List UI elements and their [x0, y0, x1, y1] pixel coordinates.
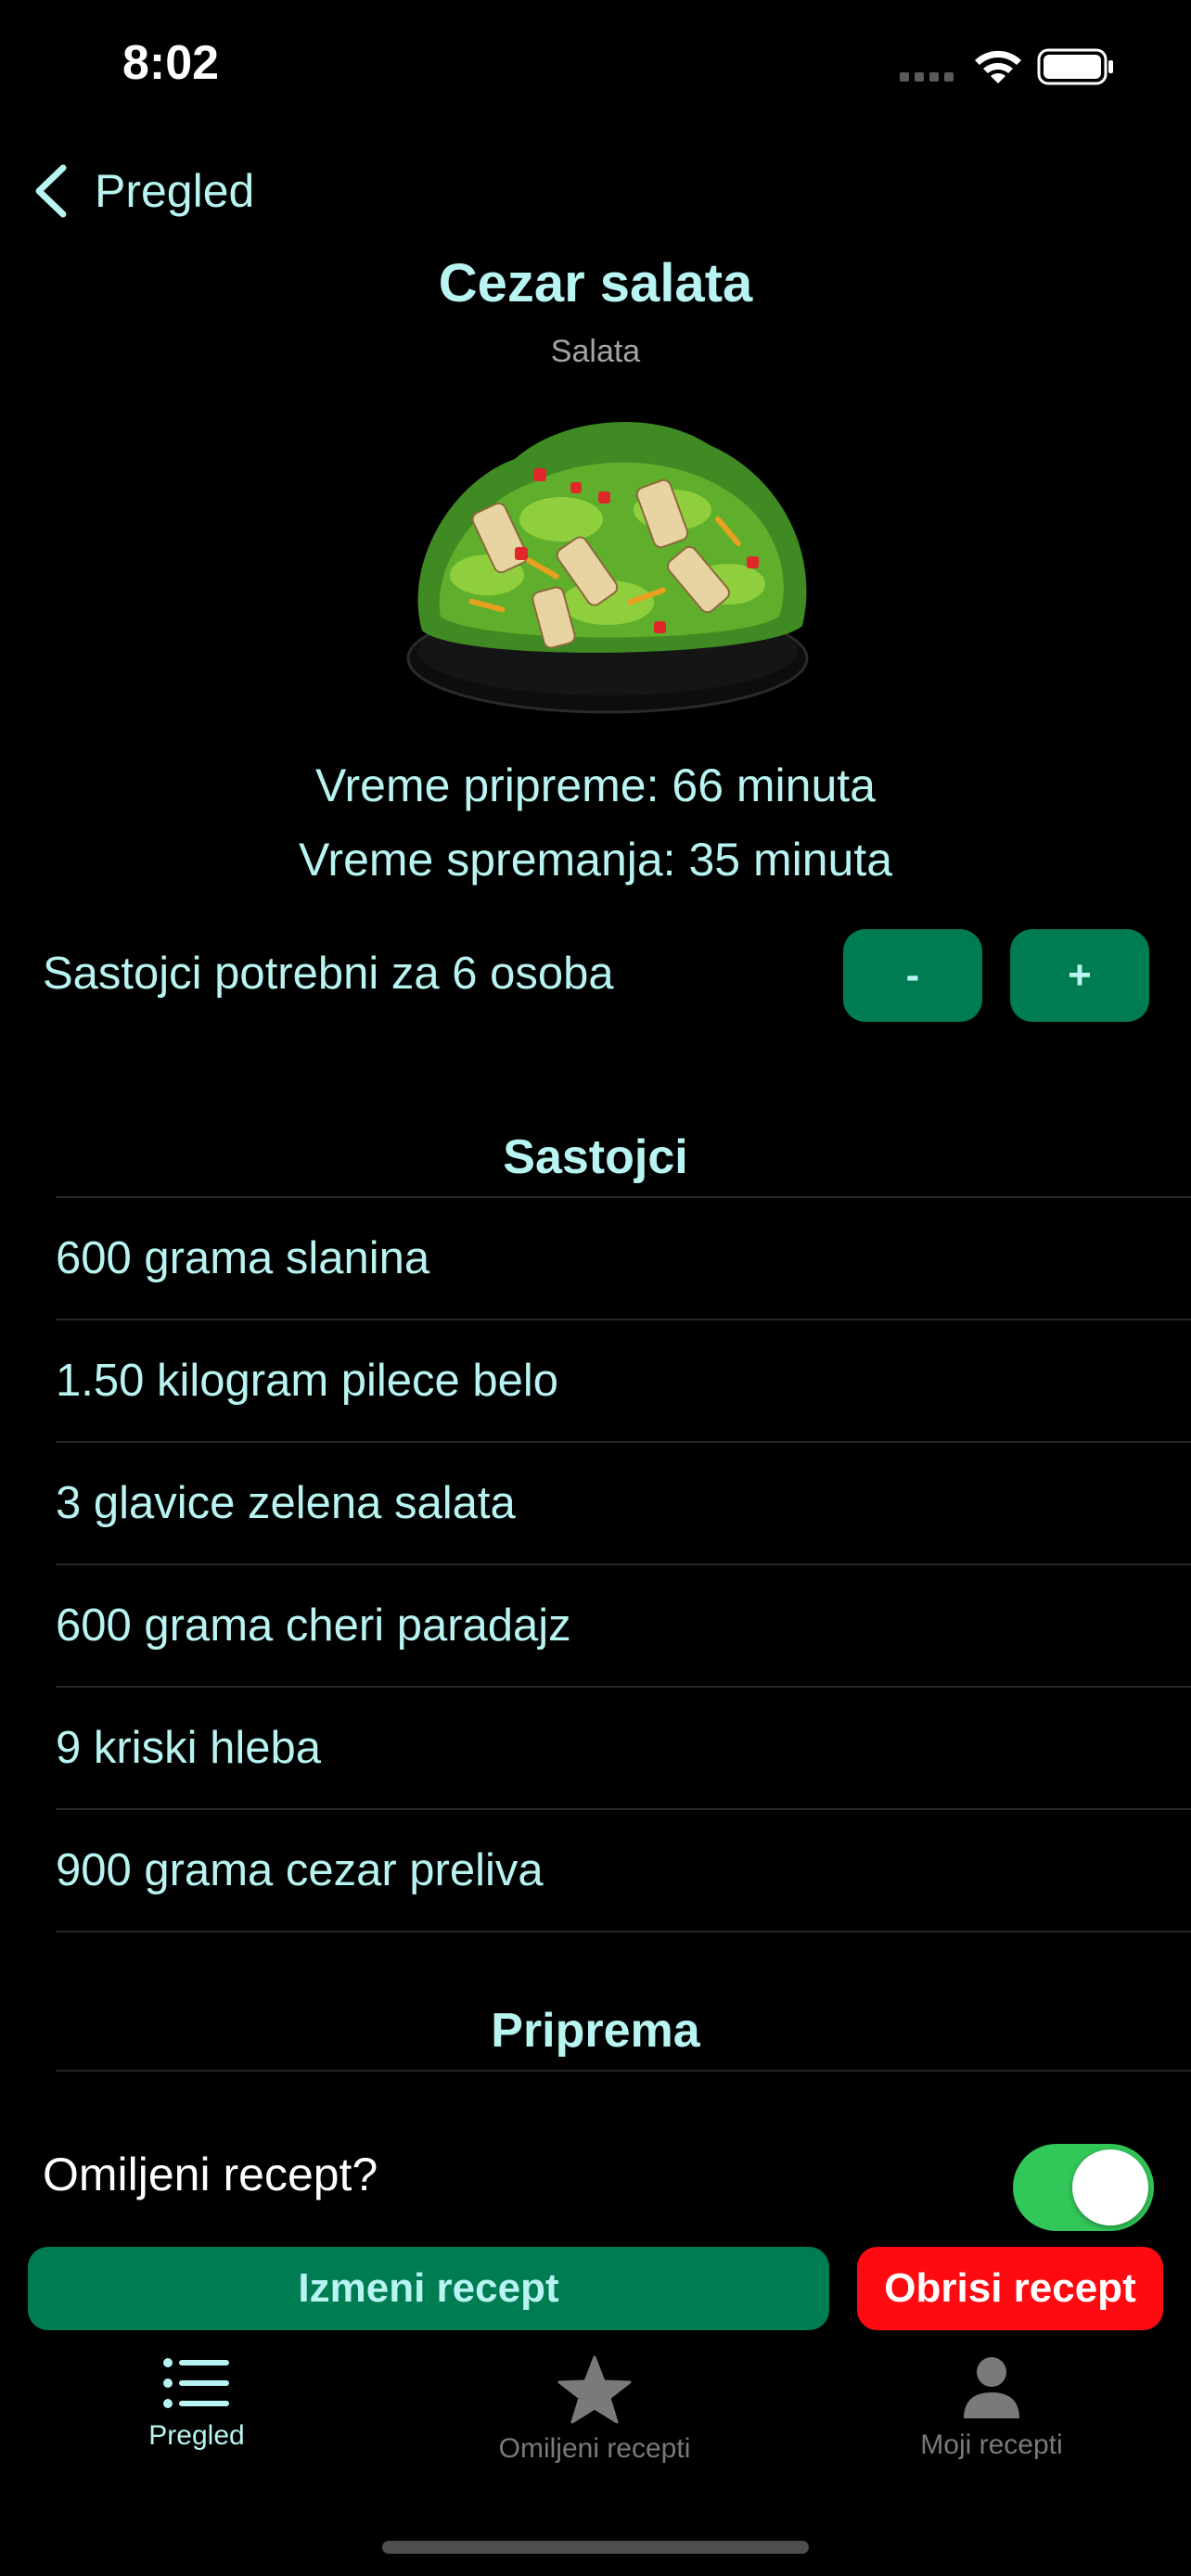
- prep-time: Vreme pripreme: 66 minuta: [315, 759, 876, 811]
- recipe-category: Salata: [550, 334, 641, 369]
- ingredient-item: 600 grama cheri paradajz: [56, 1565, 1191, 1688]
- wifi-icon: [975, 50, 1021, 83]
- toggle-knob: [1072, 2149, 1148, 2225]
- tab-label: Omiljeni recepti: [498, 2433, 691, 2464]
- increase-servings-button[interactable]: +: [1010, 929, 1149, 1022]
- ingredient-item: 3 glavice zelena salata: [56, 1443, 1191, 1565]
- tab-moji-recepti[interactable]: Moji recepti: [852, 2355, 1131, 2461]
- cook-time: Vreme spremanja: 35 minuta: [298, 834, 893, 886]
- preparation-heading: Priprema: [491, 2004, 700, 2058]
- back-button[interactable]: Pregled: [32, 162, 254, 220]
- favorite-toggle[interactable]: [1013, 2144, 1154, 2231]
- divider: [56, 2070, 1191, 2072]
- ingredient-item: 1.50 kilogram pilece belo: [56, 1320, 1191, 1443]
- home-indicator: [382, 2541, 809, 2554]
- ingredient-item: 9 kriski hleba: [56, 1688, 1191, 1810]
- ingredients-list: 600 grama slanina 1.50 kilogram pilece b…: [56, 1198, 1191, 1932]
- person-icon: [964, 2357, 1019, 2418]
- tab-label: Pregled: [148, 2420, 245, 2451]
- delete-recipe-button[interactable]: Obrisi recept: [857, 2247, 1163, 2330]
- tab-label: Moji recepti: [920, 2429, 1063, 2460]
- ingredients-heading: Sastojci: [503, 1130, 688, 1184]
- back-button-label: Pregled: [95, 165, 255, 217]
- tab-pregled[interactable]: Pregled: [58, 2355, 336, 2452]
- cellular-signal-icon: [900, 72, 955, 83]
- servings-label: Sastojci potrebni za 6 osoba: [43, 949, 614, 999]
- ingredient-item: 600 grama slanina: [56, 1198, 1191, 1320]
- battery-icon: [1037, 48, 1113, 85]
- recipe-title: Cezar salata: [438, 253, 753, 313]
- ingredient-item: 900 grama cezar preliva: [56, 1810, 1191, 1932]
- decrease-servings-button[interactable]: -: [843, 929, 982, 1022]
- chevron-left-icon: [35, 164, 67, 218]
- tab-omiljeni-recepti[interactable]: Omiljeni recepti: [455, 2355, 734, 2465]
- star-icon: [557, 2355, 632, 2424]
- edit-recipe-button[interactable]: Izmeni recept: [28, 2247, 829, 2330]
- list-icon: [163, 2358, 229, 2408]
- recipe-image: [406, 421, 809, 714]
- status-time: 8:02: [122, 36, 220, 90]
- favorite-label: Omiljeni recept?: [43, 2149, 378, 2200]
